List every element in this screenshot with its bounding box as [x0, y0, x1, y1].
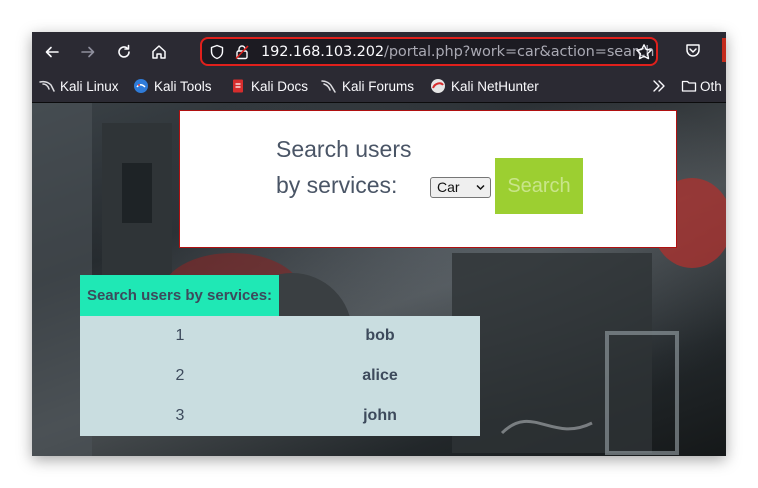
bookmark-kali-forums[interactable]: Kali Forums	[321, 77, 414, 97]
forward-button[interactable]	[76, 40, 100, 64]
chevron-double-right-icon	[653, 80, 665, 92]
user-id-cell: 1	[175, 327, 185, 344]
kali-dragon-icon	[39, 80, 55, 92]
other-bookmarks-label: Oth	[700, 79, 722, 94]
kali-nethunter-icon	[431, 79, 445, 93]
bookmark-star-icon[interactable]	[635, 43, 653, 61]
browser-toolbar: 192.168.103.202/portal.php?work=car&acti…	[32, 32, 726, 72]
arrow-left-icon	[45, 46, 59, 58]
extension-indicator[interactable]	[722, 38, 726, 62]
url-host: 192.168.103.202	[261, 44, 385, 60]
back-button[interactable]	[40, 40, 64, 64]
table-row: 3 john	[80, 396, 480, 436]
user-name-cell: alice	[362, 367, 398, 384]
bookmark-label: Kali Forums	[342, 79, 415, 94]
kali-docs-icon	[233, 79, 243, 93]
pocket-icon[interactable]	[684, 42, 702, 60]
reload-icon	[118, 44, 130, 58]
browser-window: 192.168.103.202/portal.php?work=car&acti…	[32, 32, 726, 456]
bookmark-label: Kali Docs	[251, 79, 309, 94]
service-select[interactable]: Car	[430, 177, 491, 198]
shield-icon[interactable]	[209, 44, 225, 60]
url-bar[interactable]: 192.168.103.202/portal.php?work=car&acti…	[200, 37, 658, 66]
kali-tools-icon	[134, 79, 148, 93]
search-label-line2: by services:	[276, 172, 398, 198]
bookmarks-overflow-button[interactable]	[652, 77, 666, 97]
url-text[interactable]: 192.168.103.202/portal.php?work=car&acti…	[261, 44, 654, 60]
page-content: Search users by services: Car Search Sea…	[32, 103, 726, 456]
bookmark-kali-nethunter[interactable]: Kali NetHunter	[430, 77, 539, 97]
bookmark-label: Kali NetHunter	[451, 79, 539, 94]
user-name-cell: john	[363, 407, 397, 424]
home-button[interactable]	[147, 40, 171, 64]
search-label-line1: Search users	[276, 136, 412, 162]
chevron-down-icon	[476, 184, 485, 191]
bookmarks-toolbar: Kali Linux Kali Tools Kali Docs Kali For…	[32, 72, 726, 103]
url-path: /portal.php?work=car&action=search	[384, 44, 655, 60]
bookmark-kali-tools[interactable]: Kali Tools	[133, 77, 212, 97]
reload-button[interactable]	[112, 40, 136, 64]
home-icon	[152, 45, 166, 59]
folder-icon	[681, 80, 697, 92]
table-row: 1 bob	[80, 316, 480, 356]
user-id-cell: 2	[175, 367, 185, 384]
bookmark-label: Kali Linux	[60, 79, 119, 94]
user-name-cell: bob	[365, 327, 395, 344]
bookmark-kali-docs[interactable]: Kali Docs	[230, 77, 308, 97]
search-button[interactable]: Search	[495, 158, 583, 214]
kali-forums-icon	[321, 80, 336, 93]
results-heading: Search users by services:	[80, 275, 279, 316]
results-table: 1 bob 2 alice 3 john	[80, 316, 480, 436]
arrow-right-icon	[81, 46, 95, 58]
other-bookmarks-folder[interactable]: Oth	[681, 77, 722, 97]
bookmark-kali-linux[interactable]: Kali Linux	[39, 77, 119, 97]
search-form-label: Search users by services:	[276, 131, 426, 203]
insecure-lock-icon[interactable]	[234, 44, 250, 60]
table-row: 2 alice	[80, 356, 480, 396]
bookmark-label: Kali Tools	[154, 79, 212, 94]
user-id-cell: 3	[175, 407, 185, 424]
service-select-value: Car	[437, 179, 460, 195]
search-form: Search users by services: Car Search	[179, 110, 677, 248]
